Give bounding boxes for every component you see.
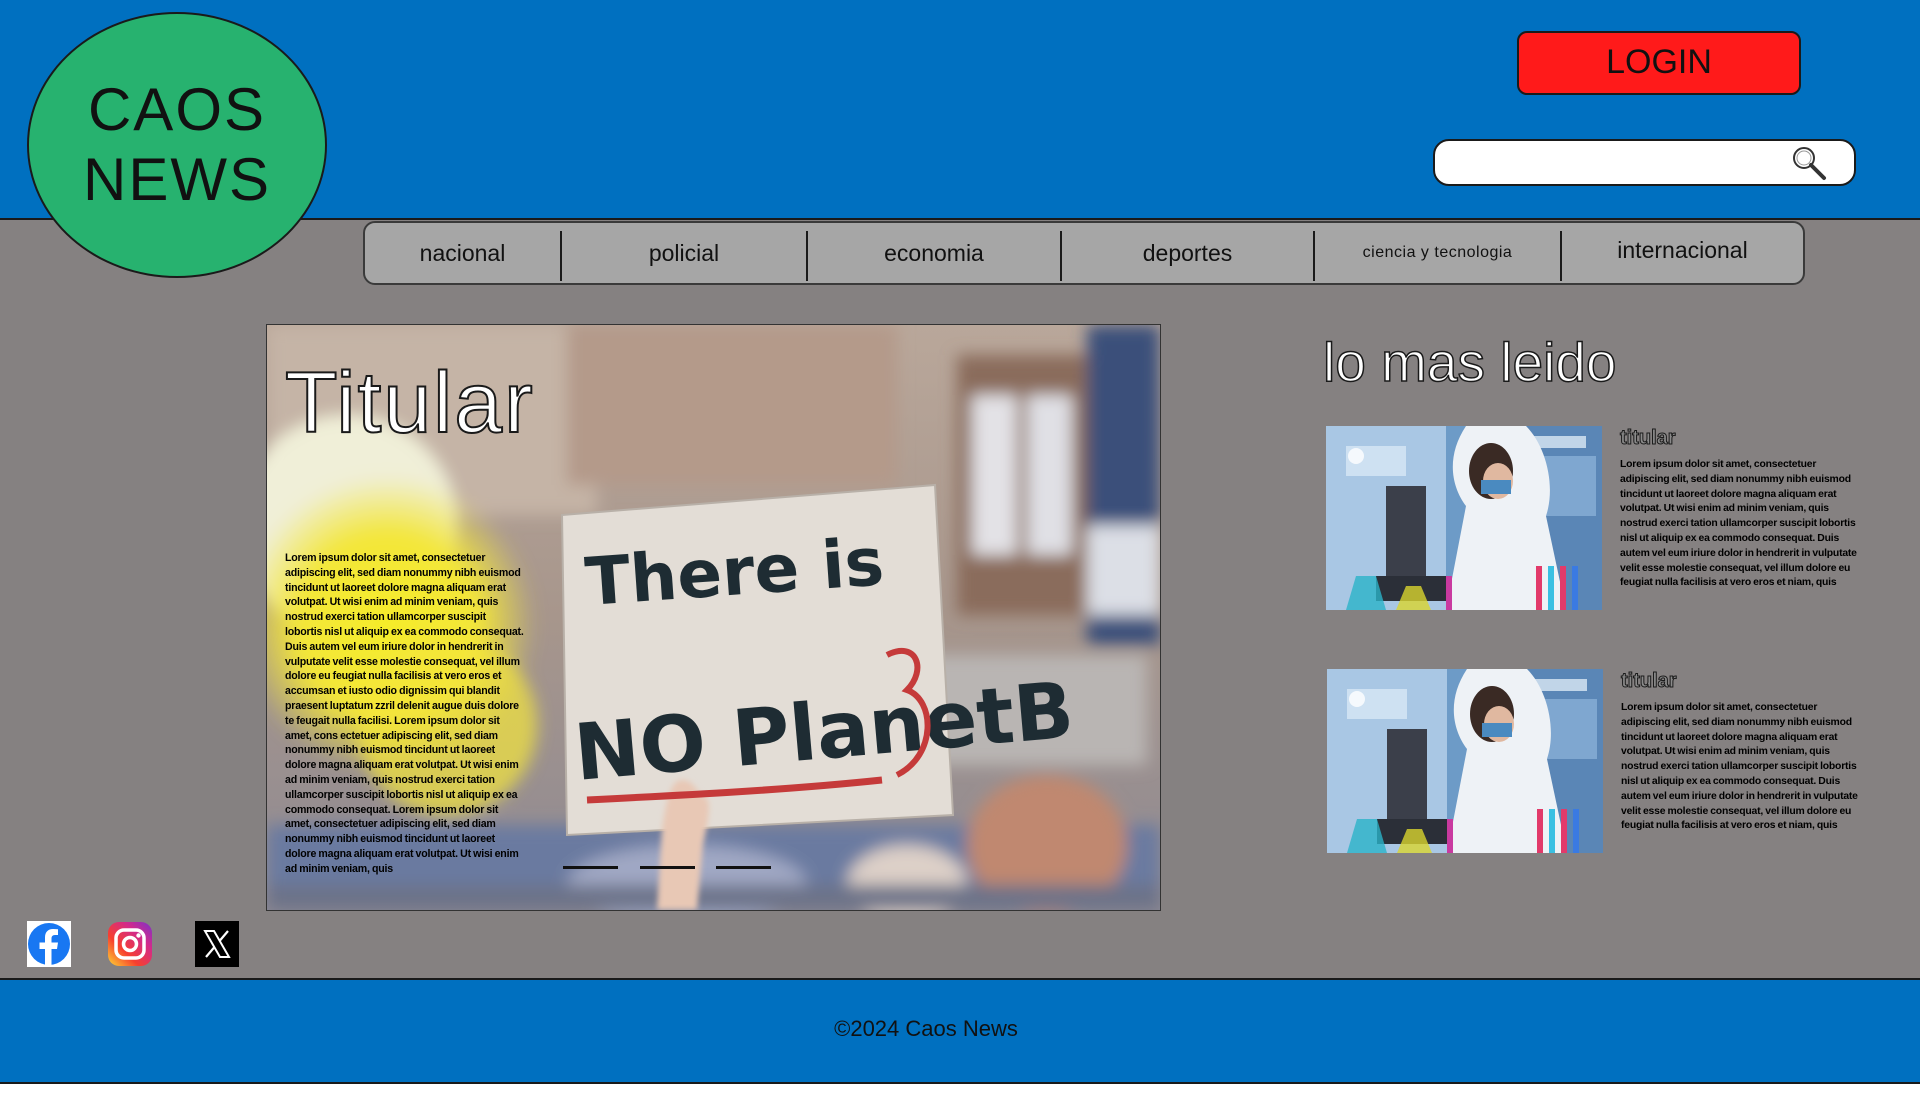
nav-item-label: internacional xyxy=(1617,237,1748,263)
nav-item-label: economia xyxy=(884,240,984,266)
carousel-dot-1[interactable] xyxy=(563,866,618,869)
instagram-icon[interactable] xyxy=(108,921,152,967)
search-icon[interactable] xyxy=(1791,145,1827,181)
nav-item-label: nacional xyxy=(419,240,506,266)
nav-item-label: policial xyxy=(648,240,720,266)
site-logo[interactable]: CAOS NEWS xyxy=(27,12,327,278)
search-input[interactable] xyxy=(1449,147,1783,180)
most-read-image-1[interactable] xyxy=(1326,426,1602,610)
most-read-heading: lo mas leido xyxy=(1322,330,1617,394)
most-read-title-1[interactable]: titular xyxy=(1620,426,1677,450)
most-read-text-1: Lorem ipsum dolor sit amet, consectetuer… xyxy=(1620,459,1857,589)
nav-item-policial[interactable]: policial xyxy=(562,223,806,283)
search-bar xyxy=(1433,139,1856,186)
hero-body: Lorem ipsum dolor sit amet, consectetuer… xyxy=(285,552,524,875)
x-icon[interactable] xyxy=(195,921,239,967)
hero-title[interactable]: Titular xyxy=(284,353,535,453)
category-nav: nacional policial economia deportes cien… xyxy=(363,221,1805,285)
facebook-icon[interactable] xyxy=(27,921,71,967)
carousel-dot-2[interactable] xyxy=(640,866,695,869)
copyright-text: ©2024 Caos News xyxy=(834,1016,1018,1041)
logo-line1: CAOS xyxy=(87,76,267,143)
most-read-image-2[interactable] xyxy=(1327,669,1603,853)
nav-item-deportes[interactable]: deportes xyxy=(1062,223,1313,283)
lab-scientist-image xyxy=(1327,669,1603,853)
nav-item-nacional[interactable]: nacional xyxy=(365,223,560,283)
logo-line2: NEWS xyxy=(83,146,271,213)
nav-item-label: ciencia y tecnologia xyxy=(1362,244,1513,261)
nav-item-label: deportes xyxy=(1142,240,1233,266)
lab-scientist-image xyxy=(1326,426,1602,610)
most-read-title-2[interactable]: titular xyxy=(1621,669,1678,693)
nav-item-economia[interactable]: economia xyxy=(808,223,1060,283)
nav-item-ciencia-y-tecnologia[interactable]: ciencia y tecnologia xyxy=(1315,223,1560,283)
nav-item-internacional[interactable]: internacional xyxy=(1562,223,1803,283)
login-button[interactable]: LOGIN xyxy=(1517,31,1801,95)
carousel-dot-3[interactable] xyxy=(716,866,771,869)
most-read-text-2: Lorem ipsum dolor sit amet, consectetuer… xyxy=(1621,702,1858,832)
